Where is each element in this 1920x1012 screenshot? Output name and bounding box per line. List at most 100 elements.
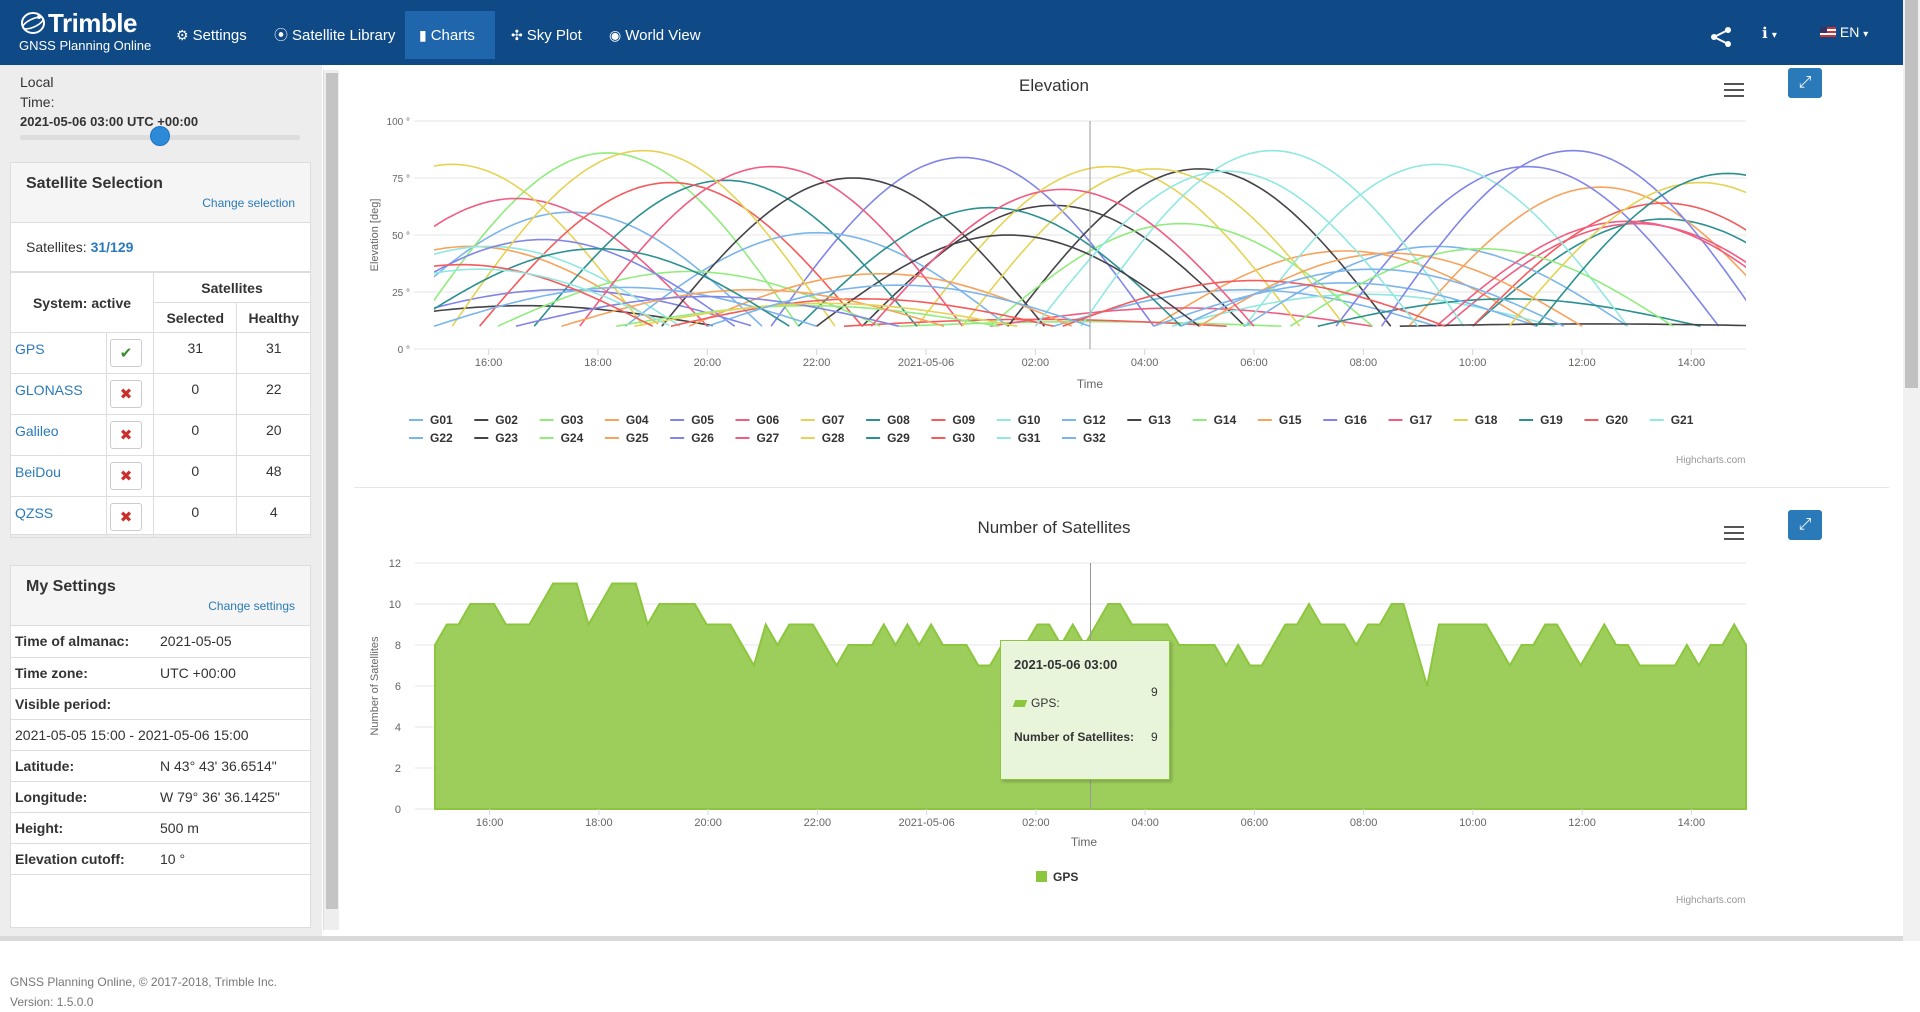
trimble-globe-icon: [21, 12, 45, 34]
page-scrollbar[interactable]: [1903, 0, 1920, 941]
nav-sky-plot[interactable]: ✣ Sky Plot: [497, 11, 596, 59]
chart-credit[interactable]: Highcharts.com: [1676, 895, 1745, 906]
x-axis-title: Time: [1071, 835, 1098, 849]
elevation-line-g30[interactable]: [379, 263, 654, 327]
chart-menu-icon[interactable]: [1724, 83, 1744, 99]
horizontal-scrollbar[interactable]: [0, 936, 1903, 941]
legend-item[interactable]: G28: [822, 431, 845, 445]
language-dropdown[interactable]: EN ▾: [1820, 24, 1868, 40]
settings-table: Time of almanac: 2021-05-05 Time zone: UTC …: [11, 626, 312, 875]
legend-item[interactable]: G30: [952, 431, 975, 445]
legend-item[interactable]: G23: [495, 431, 518, 445]
sidebar-scrollbar[interactable]: [323, 70, 339, 930]
legend-item[interactable]: G03: [561, 413, 584, 427]
change-settings-link[interactable]: Change settings: [208, 599, 295, 613]
settings-value: [156, 688, 312, 720]
legend-item[interactable]: G04: [626, 413, 649, 427]
elevation-line-g31[interactable]: [379, 268, 670, 327]
legend-item[interactable]: G26: [691, 431, 714, 445]
settings-key: Time of almanac:: [11, 626, 156, 658]
system-link[interactable]: BeiDou: [15, 464, 61, 480]
nav-satellite-library[interactable]: ⦿ Satellite Library: [260, 11, 409, 59]
elevation-line-g03[interactable]: [416, 152, 800, 327]
system-link[interactable]: Galileo: [15, 423, 59, 439]
system-link[interactable]: GPS: [15, 341, 45, 357]
healthy-count: 31: [236, 332, 311, 374]
system-row: BeiDou ✖ 0 48: [10, 455, 311, 497]
system-link[interactable]: GLONASS: [15, 382, 83, 398]
elevation-chart[interactable]: Elevation 0 ° 25 ° 50 ° 75 ° 100 ° 16:00 18:00 2…: [354, 65, 1889, 485]
settings-key: Visible period:: [11, 688, 156, 720]
system-active-check-icon[interactable]: ✔: [110, 339, 142, 367]
elevation-line-g23[interactable]: [1399, 323, 1783, 327]
legend-item[interactable]: G16: [1344, 413, 1367, 427]
system-row: GPS ✔ 31 31: [10, 332, 311, 374]
legend-item[interactable]: G31: [1018, 431, 1041, 445]
legend-item[interactable]: G22: [430, 431, 453, 445]
legend-item[interactable]: G27: [757, 431, 780, 445]
legend-item[interactable]: G05: [691, 413, 714, 427]
nav-world-view[interactable]: ◉ World View: [595, 11, 715, 59]
legend-item[interactable]: G24: [561, 431, 584, 445]
settings-key: Longitude:: [11, 781, 156, 813]
elevation-line-g07[interactable]: [379, 163, 643, 325]
expand-chart-button[interactable]: ⤢: [1788, 68, 1822, 98]
legend-item[interactable]: G18: [1475, 413, 1498, 427]
elevation-line-g13[interactable]: [1007, 168, 1392, 327]
page-scrollbar-thumb[interactable]: [1905, 0, 1918, 388]
expand-chart-button[interactable]: ⤢: [1788, 510, 1822, 540]
elevation-line-g09[interactable]: [478, 181, 863, 327]
legend-item[interactable]: G13: [1148, 413, 1171, 427]
cell-divider: [106, 333, 107, 373]
share-icon[interactable]: [1709, 25, 1733, 49]
legend-item[interactable]: G20: [1605, 413, 1628, 427]
sidebar-scrollbar-thumb[interactable]: [326, 73, 338, 909]
elevation-line-g23[interactable]: [816, 234, 1200, 327]
system-inactive-x-icon[interactable]: ✖: [110, 421, 142, 449]
x-tick-label: 20:00: [694, 357, 722, 369]
system-inactive-x-icon[interactable]: ✖: [110, 380, 142, 408]
legend-item[interactable]: G19: [1540, 413, 1563, 427]
legend-item[interactable]: G17: [1410, 413, 1433, 427]
legend-item[interactable]: G14: [1214, 413, 1237, 427]
legend-item[interactable]: G29: [887, 431, 910, 445]
change-selection-link[interactable]: Change selection: [202, 196, 295, 210]
elevation-line-g19[interactable]: [1317, 297, 1701, 327]
nav-charts[interactable]: ▮ Charts: [405, 11, 495, 59]
legend-item[interactable]: G25: [626, 431, 649, 445]
legend-item[interactable]: G09: [952, 413, 975, 427]
legend-item[interactable]: G06: [757, 413, 780, 427]
chart-credit[interactable]: Highcharts.com: [1676, 455, 1745, 466]
y-tick-label: 10: [389, 599, 401, 611]
legend-item[interactable]: GPS: [1053, 870, 1078, 884]
elevation-line-g18[interactable]: [961, 168, 1346, 327]
system-cell: BeiDou ✖: [10, 455, 154, 497]
y-tick-label: 100 °: [387, 117, 410, 128]
nav-settings[interactable]: ⚙ Settings: [162, 11, 261, 59]
settings-row: Longitude: W 79° 36' 36.1425": [11, 781, 312, 813]
settings-row: Height: 500 m: [11, 812, 312, 844]
x-tick-label: 2021-05-06: [898, 357, 954, 369]
chart-menu-icon[interactable]: [1724, 526, 1744, 542]
legend-item[interactable]: G02: [495, 413, 518, 427]
cell-divider: [106, 415, 107, 455]
brand[interactable]: Trimble GNSS Planning Online: [19, 9, 151, 53]
legend-swatch[interactable]: [1036, 871, 1047, 882]
system-inactive-x-icon[interactable]: ✖: [110, 503, 142, 531]
legend-item[interactable]: G21: [1671, 413, 1694, 427]
x-tick-label: 10:00: [1459, 357, 1487, 369]
system-inactive-x-icon[interactable]: ✖: [110, 462, 142, 490]
info-dropdown[interactable]: ℹ ▾: [1762, 24, 1777, 42]
legend-item[interactable]: G12: [1083, 413, 1106, 427]
elevation-line-g04[interactable]: [379, 245, 659, 325]
time-slider[interactable]: [20, 126, 300, 146]
legend-item[interactable]: G10: [1018, 413, 1041, 427]
time-slider-handle[interactable]: [150, 126, 170, 146]
panel-header: Satellite Selection Change selection: [11, 163, 310, 223]
legend-item[interactable]: G08: [887, 413, 910, 427]
legend-item[interactable]: G32: [1083, 431, 1106, 445]
system-link[interactable]: QZSS: [15, 505, 53, 521]
legend-item[interactable]: G15: [1279, 413, 1302, 427]
legend-item[interactable]: G01: [430, 413, 453, 427]
legend-item[interactable]: G07: [822, 413, 845, 427]
